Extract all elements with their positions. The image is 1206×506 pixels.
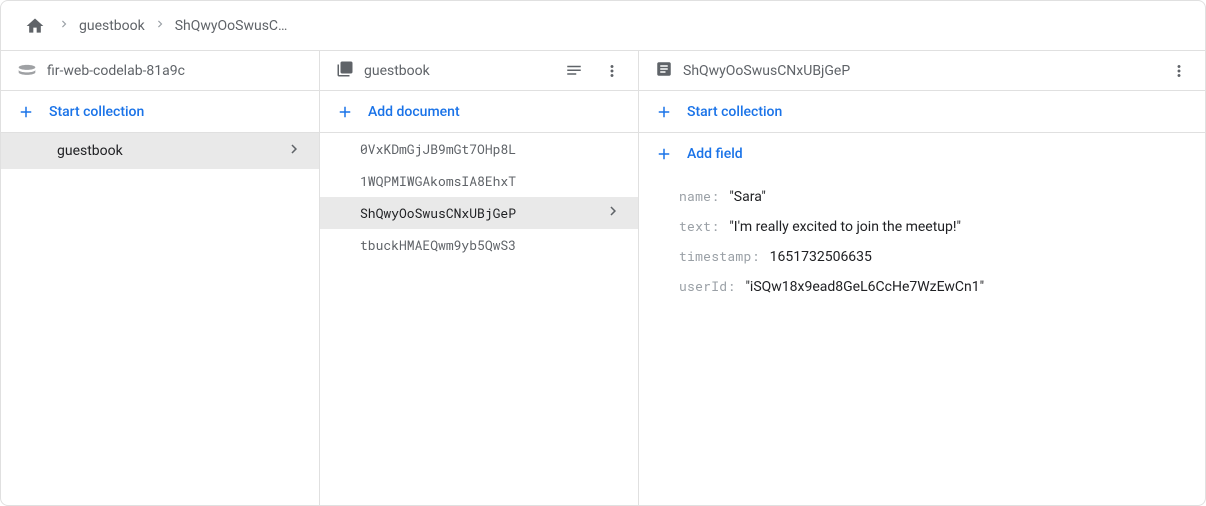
root-panel-header: fir-web-codelab-81a9c: [1, 51, 319, 91]
add-document-button[interactable]: Add document: [320, 91, 638, 133]
document-item-label: 1WQPMIWGAkomsIA8EhxT: [360, 172, 516, 190]
field-value: "Sara": [729, 189, 766, 205]
field-row[interactable]: name: "Sara": [679, 181, 1205, 211]
collection-panel-header: guestbook: [320, 51, 638, 91]
chevron-right-icon: [604, 202, 622, 224]
document-list: 0VxKDmGjJB9mGt7OHp8L 1WQPMIWGAkomsIA8Ehx…: [320, 133, 638, 505]
breadcrumb-document: ShQwyOoSwusCNxUBjGeP: [175, 18, 295, 34]
document-panel: ShQwyOoSwusCNxUBjGeP Start collection Ad…: [639, 51, 1205, 505]
add-field-label: Add field: [687, 146, 743, 162]
breadcrumb: guestbook ShQwyOoSwusCNxUBjGeP: [1, 1, 1205, 51]
field-row[interactable]: timestamp: 1651732506635: [679, 241, 1205, 271]
document-item[interactable]: tbuckHMAEQwm9yb5QwS3: [320, 229, 638, 261]
filter-icon[interactable]: [560, 57, 588, 85]
collection-title: guestbook: [364, 63, 430, 79]
field-key: timestamp:: [679, 247, 760, 265]
database-icon: [17, 59, 37, 83]
plus-icon: [655, 103, 673, 121]
document-item-label: tbuckHMAEQwm9yb5QwS3: [360, 236, 516, 254]
collection-list: guestbook: [1, 133, 319, 505]
document-title: ShQwyOoSwusCNxUBjGeP: [683, 63, 850, 79]
field-value: "I'm really excited to join the meetup!": [729, 219, 961, 235]
collection-panel: guestbook Add document 0VxKDmGjJB9mGt7OH…: [320, 51, 639, 505]
start-collection-button[interactable]: Start collection: [1, 91, 319, 133]
plus-icon: [17, 103, 35, 121]
plus-icon: [336, 103, 354, 121]
field-key: userId:: [679, 277, 735, 295]
start-subcollection-label: Start collection: [687, 104, 782, 120]
field-value: 1651732506635: [770, 249, 872, 265]
field-value: "iSQw18x9ead8GeL6CcHe7WzEwCn1": [745, 279, 984, 295]
chevron-right-icon: [57, 17, 71, 35]
document-item[interactable]: ShQwyOoSwusCNxUBjGeP: [320, 197, 638, 229]
collection-item-label: guestbook: [57, 143, 123, 159]
start-collection-label: Start collection: [49, 104, 144, 120]
root-panel: fir-web-codelab-81a9c Start collection g…: [1, 51, 320, 505]
field-row[interactable]: userId: "iSQw18x9ead8GeL6CcHe7WzEwCn1": [679, 271, 1205, 301]
field-key: text:: [679, 217, 719, 235]
document-item[interactable]: 0VxKDmGjJB9mGt7OHp8L: [320, 133, 638, 165]
chevron-right-icon: [285, 140, 303, 162]
document-panel-header: ShQwyOoSwusCNxUBjGeP: [639, 51, 1205, 91]
field-key: name:: [679, 187, 719, 205]
plus-icon: [655, 145, 673, 163]
chevron-right-icon: [153, 17, 167, 35]
field-row[interactable]: text: "I'm really excited to join the me…: [679, 211, 1205, 241]
field-list: name: "Sara" text: "I'm really excited t…: [639, 175, 1205, 307]
collection-item[interactable]: guestbook: [1, 133, 319, 169]
start-subcollection-button[interactable]: Start collection: [639, 91, 1205, 133]
document-item-label: 0VxKDmGjJB9mGt7OHp8L: [360, 140, 516, 158]
more-vert-icon[interactable]: [1165, 57, 1193, 85]
document-item-label: ShQwyOoSwusCNxUBjGeP: [360, 204, 516, 222]
document-icon: [655, 60, 673, 82]
project-id: fir-web-codelab-81a9c: [47, 63, 185, 79]
breadcrumb-collection[interactable]: guestbook: [79, 18, 145, 34]
more-vert-icon[interactable]: [598, 57, 626, 85]
home-icon[interactable]: [21, 12, 49, 40]
collection-icon: [336, 60, 354, 82]
document-item[interactable]: 1WQPMIWGAkomsIA8EhxT: [320, 165, 638, 197]
add-document-label: Add document: [368, 104, 460, 120]
add-field-button[interactable]: Add field: [639, 133, 1205, 175]
